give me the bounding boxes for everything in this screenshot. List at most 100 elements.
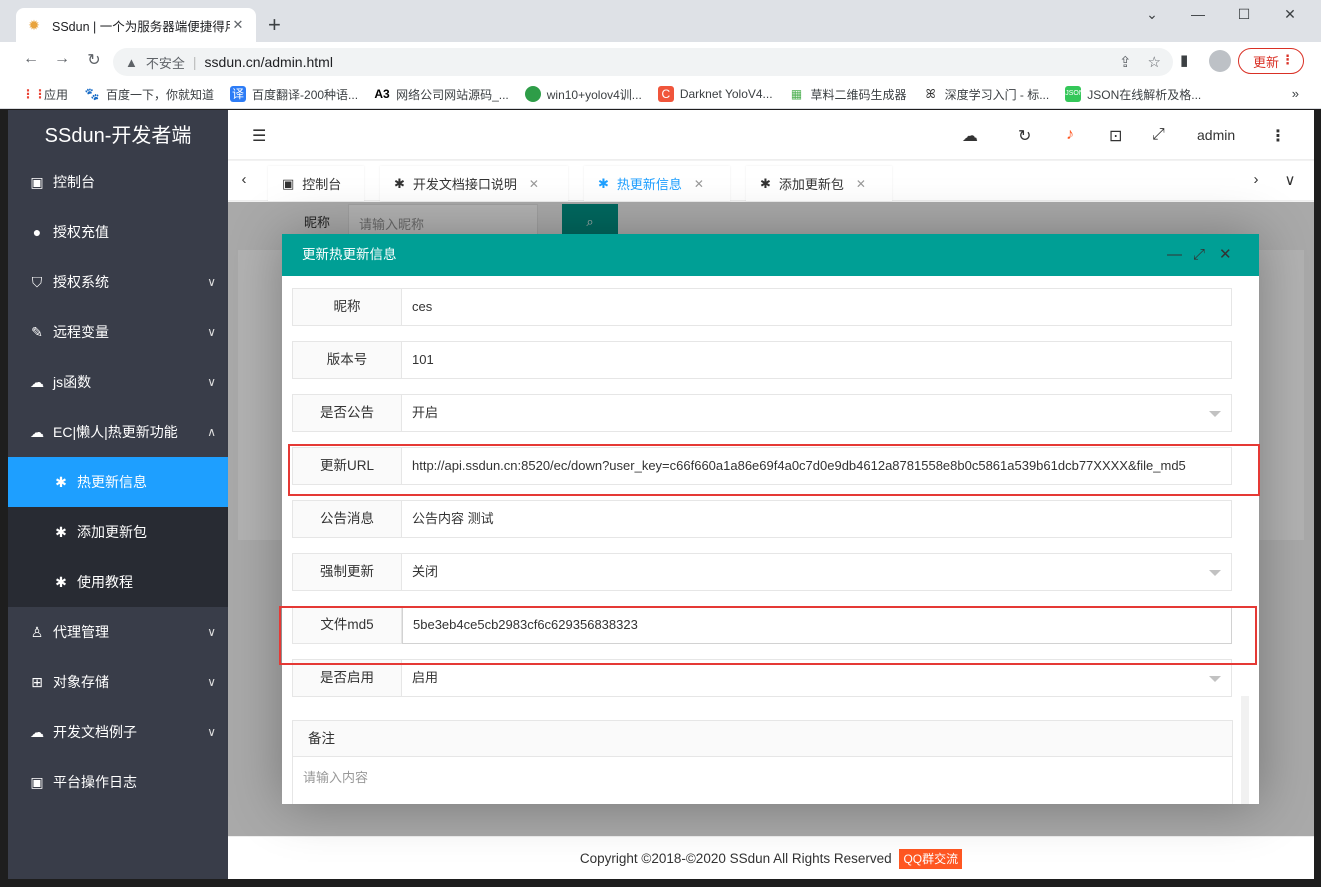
- bookmark-star-icon[interactable]: ☆: [1148, 53, 1161, 71]
- qq-group-badge[interactable]: QQ群交流: [899, 849, 963, 870]
- tab-api-doc[interactable]: ✱ 开发文档接口说明 ✕: [380, 166, 568, 201]
- tab-label: 热更新信息: [616, 177, 682, 192]
- chevron-left-icon[interactable]: ‹: [230, 171, 258, 188]
- caret-down-icon: [1209, 570, 1221, 576]
- back-icon[interactable]: ←: [20, 50, 42, 68]
- bookmark-item[interactable]: ▦ 草料二维码生成器: [789, 86, 907, 103]
- force-update-select[interactable]: 关闭: [402, 553, 1232, 591]
- close-icon[interactable]: ✕: [694, 177, 704, 191]
- sidebar-item-hotupdate-info[interactable]: ✱ 热更新信息: [8, 457, 228, 507]
- reload-icon[interactable]: ↻: [83, 50, 105, 70]
- sidepanel-icon[interactable]: ▮: [1180, 51, 1188, 69]
- shield-icon: ⛉: [31, 273, 43, 290]
- bookmark-item[interactable]: 译百度翻译-200种语...: [230, 86, 358, 103]
- bookmark-label: 百度一下，你就知道: [106, 87, 215, 102]
- sidebar-item-doc-examples[interactable]: ☁ 开发文档例子 ∨: [8, 707, 228, 757]
- cloud-icon[interactable]: ☁: [962, 126, 978, 146]
- bookmark-item[interactable]: C Darknet YoloV4...: [657, 86, 773, 102]
- remark-textarea[interactable]: 请输入内容: [293, 757, 1232, 796]
- lock-icon[interactable]: ⊡: [1109, 126, 1122, 146]
- sidebar-item-label: 授权系统: [53, 274, 109, 290]
- maximize-icon[interactable]: ⤢: [1193, 234, 1205, 276]
- chevron-right-icon[interactable]: ›: [1242, 171, 1270, 188]
- tab-label: 开发文档接口说明: [412, 177, 517, 192]
- form-row-version: 版本号 101: [292, 341, 1232, 379]
- chevron-down-icon[interactable]: ⌄: [1137, 6, 1167, 23]
- close-tab-icon[interactable]: ✕: [230, 17, 246, 33]
- modal-scrollbar[interactable]: [1241, 276, 1249, 804]
- chevron-down-icon[interactable]: ∨: [1276, 171, 1304, 189]
- profile-avatar[interactable]: [1209, 50, 1231, 72]
- bookmarks-bar: ⋮⋮ 应用 🐾 百度一下，你就知道 译百度翻译-200种语... A3 网络公司网站源…: [0, 80, 1321, 109]
- palm-icon: ✱: [760, 175, 771, 191]
- warning-icon: ▲: [125, 54, 138, 70]
- sidebar-item-agent[interactable]: ♙ 代理管理 ∨: [8, 607, 228, 657]
- bookmark-item[interactable]: 🐾 百度一下，你就知道: [84, 86, 215, 103]
- app-logo: SSdun-开发者端: [8, 110, 228, 162]
- fullscreen-icon[interactable]: ⤢: [1152, 126, 1165, 144]
- sidebar-item-op-log[interactable]: ▣ 平台操作日志: [8, 757, 228, 807]
- tab-hotupdate-info[interactable]: ✱ 热更新信息 ✕: [584, 166, 730, 201]
- bookmarks-more-icon[interactable]: »: [1292, 86, 1299, 101]
- submenu-ec: ✱ 热更新信息 ✱ 添加更新包 ✱ 使用教程: [8, 457, 228, 607]
- bookmark-item[interactable]: ⋮⋮ 应用: [22, 86, 68, 103]
- new-tab-icon[interactable]: +: [268, 12, 281, 38]
- sidebar-item-label: EC|懒人|热更新功能: [53, 424, 178, 440]
- bookmark-item[interactable]: ꕤ 深度学习入门 - 标...: [923, 86, 1050, 103]
- address-bar[interactable]: ▲ 不安全 | ssdun.cn/admin.html ⇪ ☆: [113, 48, 1173, 76]
- sidebar-item-recharge[interactable]: ● 授权充值: [8, 207, 228, 257]
- minimize-icon[interactable]: —: [1167, 234, 1182, 276]
- sidebar-item-console[interactable]: ▣ 控制台: [8, 157, 228, 207]
- sidebar-item-label: 开发文档例子: [53, 724, 137, 740]
- caret-down-icon: [1209, 411, 1221, 417]
- sidebar-item-label: 使用教程: [77, 574, 133, 590]
- nickname-input[interactable]: ces: [402, 288, 1232, 326]
- tab-console[interactable]: ▣ 控制台: [268, 166, 364, 201]
- close-icon[interactable]: ✕: [529, 177, 539, 191]
- field-label: 强制更新: [292, 553, 402, 591]
- announce-select[interactable]: 开启: [402, 394, 1232, 432]
- tab-label: 添加更新包: [778, 177, 844, 192]
- csdn-icon: C: [657, 86, 674, 102]
- version-input[interactable]: 101: [402, 341, 1232, 379]
- bell-icon[interactable]: ♪: [1066, 126, 1074, 144]
- app-page: SSdun-开发者端 ▣ 控制台 ● 授权充值 ⛉ 授权系统 ∨ ✎ 远程变量 ∨ ☁ js函…: [8, 110, 1314, 879]
- window-close-icon[interactable]: ✕: [1275, 6, 1305, 23]
- refresh-icon[interactable]: ↻: [1018, 126, 1031, 146]
- minimize-icon[interactable]: —: [1183, 6, 1213, 22]
- browser-tabstrip: ✹ SSdun | 一个为服务器端便捷得用 ✕ + ⌄ — ☐ ✕: [0, 0, 1321, 42]
- palm-icon: ✱: [598, 175, 609, 191]
- menu-toggle-icon[interactable]: ☰: [252, 126, 266, 146]
- sidebar-item-js[interactable]: ☁ js函数 ∨: [8, 357, 228, 407]
- sidebar-item-tutorial[interactable]: ✱ 使用教程: [8, 557, 228, 607]
- bookmark-item[interactable]: A3 网络公司网站源码_...: [374, 86, 508, 103]
- tab-add-package[interactable]: ✱ 添加更新包 ✕: [746, 166, 892, 201]
- close-icon[interactable]: ✕: [856, 177, 866, 191]
- bookmark-label: 应用: [44, 87, 69, 102]
- sidebar-item-label: 对象存储: [53, 674, 109, 690]
- sidebar-item-add-package[interactable]: ✱ 添加更新包: [8, 507, 228, 557]
- update-button[interactable]: 更新 ⋮: [1238, 48, 1304, 74]
- sidebar-item-auth[interactable]: ⛉ 授权系统 ∨: [8, 257, 228, 307]
- close-icon[interactable]: ✕: [1219, 234, 1232, 276]
- share-icon[interactable]: ⇪: [1119, 53, 1132, 71]
- forward-icon[interactable]: →: [51, 50, 73, 68]
- more-menu-icon[interactable]: ⋮: [1270, 126, 1286, 146]
- user-name[interactable]: admin: [1197, 127, 1235, 143]
- modal-body: 昵称 ces 版本号 101 是否公告 开启 更新URL http://api.…: [282, 276, 1259, 804]
- message-input[interactable]: 公告内容 测试: [402, 500, 1232, 538]
- sidebar-item-ec-hotupdate[interactable]: ☁ EC|懒人|热更新功能 ∧: [8, 407, 228, 457]
- sidebar-item-label: 添加更新包: [77, 524, 147, 540]
- browser-toolbar: ← → ↻ ▲ 不安全 | ssdun.cn/admin.html ⇪ ☆ ▮: [0, 42, 1321, 80]
- maximize-icon[interactable]: ☐: [1229, 6, 1259, 23]
- bookmark-item[interactable]: JSON JSON在线解析及格...: [1065, 86, 1201, 103]
- bookmark-item[interactable]: win10+yolov4训...: [524, 86, 642, 103]
- highlight-box-url: [288, 444, 1260, 496]
- footer: Copyright ©2018-©2020 SSdun All Rights R…: [228, 836, 1314, 879]
- sidebar-item-storage[interactable]: ⊞ 对象存储 ∨: [8, 657, 228, 707]
- browser-tab[interactable]: ✹ SSdun | 一个为服务器端便捷得用 ✕: [16, 8, 256, 42]
- bookmark-label: 深度学习入门 - 标...: [944, 87, 1050, 102]
- palm-icon: ✱: [394, 175, 405, 191]
- sidebar-item-remote-vars[interactable]: ✎ 远程变量 ∨: [8, 307, 228, 357]
- app-header: ☰ ☁ ↻ ♪ ⊡ ⤢ admin ⋮: [228, 110, 1314, 160]
